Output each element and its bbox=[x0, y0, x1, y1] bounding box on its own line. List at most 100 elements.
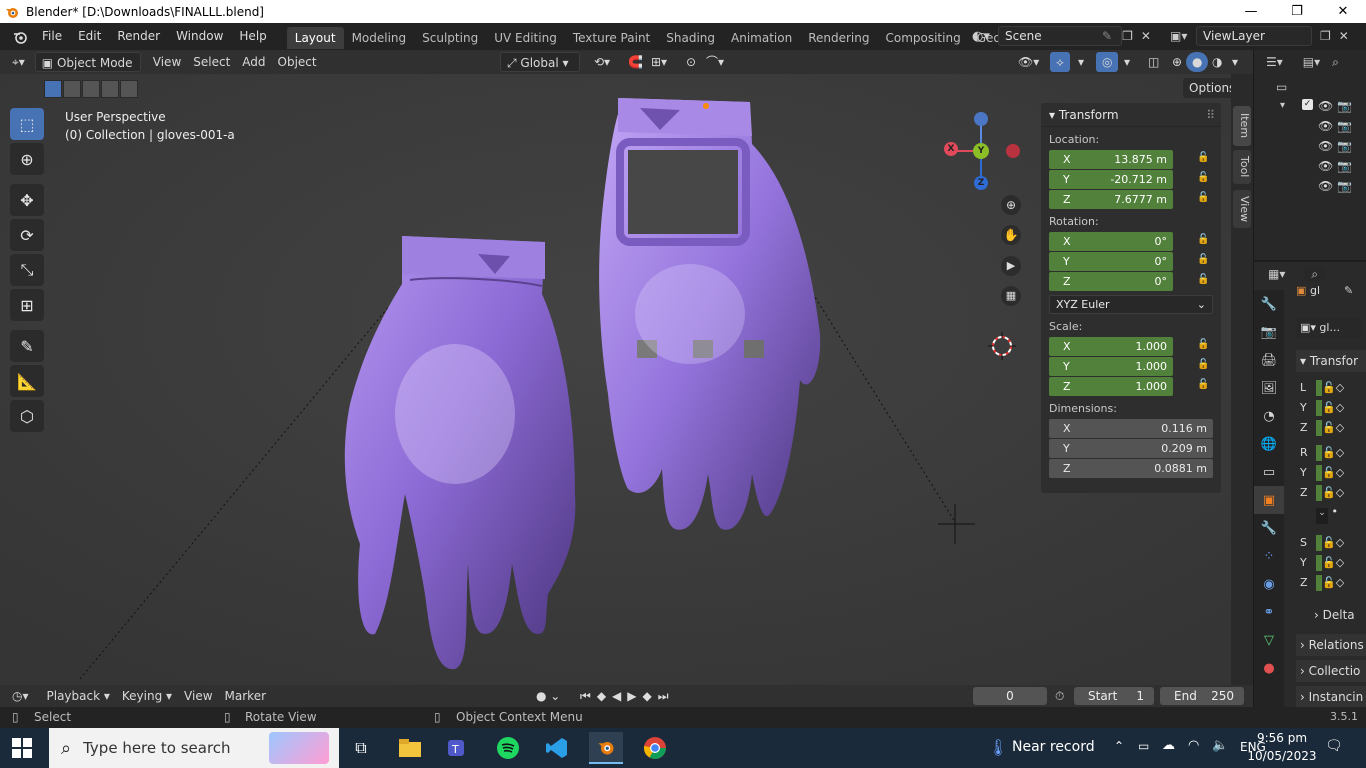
options-dropdown[interactable]: Options ▾ bbox=[1183, 78, 1231, 115]
lock-icon[interactable]: 🔓◇ bbox=[1322, 446, 1344, 459]
rotation-x-field[interactable]: X 0° bbox=[1049, 231, 1173, 251]
menu-view[interactable]: View bbox=[147, 52, 187, 72]
lock-icon[interactable]: 🔓◇ bbox=[1322, 466, 1344, 479]
lock-icon[interactable]: 🔓◇ bbox=[1322, 536, 1344, 549]
camera-icon[interactable]: 📷 bbox=[1337, 99, 1352, 113]
vscode-icon[interactable] bbox=[540, 732, 574, 764]
tab-shading[interactable]: Shading bbox=[658, 27, 723, 49]
next-keyframe-icon[interactable]: ◆ bbox=[643, 689, 658, 703]
record-icon[interactable]: ● ⌄ bbox=[536, 689, 560, 703]
eye-icon[interactable]: 👁 bbox=[1318, 119, 1333, 133]
camera-icon[interactable]: 📷 bbox=[1337, 159, 1352, 173]
transform-section-header[interactable]: ▾ Transfor bbox=[1296, 350, 1366, 372]
select-subtract-icon[interactable] bbox=[82, 80, 100, 98]
drag-handle-icon[interactable]: ⠿ bbox=[1206, 103, 1215, 127]
gizmo-x-icon[interactable]: X bbox=[944, 142, 958, 156]
tab-texture-paint[interactable]: Texture Paint bbox=[565, 27, 658, 49]
gizmo-dropdown-icon[interactable]: ▾ bbox=[1072, 52, 1090, 72]
taskbar-search-box[interactable]: ⌕ Type here to search bbox=[49, 728, 339, 768]
menu-window[interactable]: Window bbox=[168, 23, 231, 50]
lock-icon[interactable]: 🔓◇ bbox=[1322, 486, 1344, 499]
pin-icon[interactable]: ✎ bbox=[1102, 29, 1112, 43]
world-properties-icon[interactable]: 🌐 bbox=[1254, 430, 1284, 458]
annotate-tool-icon[interactable]: ✎ bbox=[10, 330, 44, 362]
dimensions-z-field[interactable]: Z 0.0881 m bbox=[1049, 458, 1213, 478]
wifi-icon[interactable]: ◠ bbox=[1188, 738, 1199, 753]
falloff-icon[interactable]: ⌒▾ bbox=[700, 52, 730, 72]
lock-icon[interactable]: 🔓 bbox=[1197, 379, 1209, 391]
scale-y-field[interactable]: Y 1.000 bbox=[1049, 356, 1173, 376]
outliner-search-icon[interactable]: ⌕ bbox=[1332, 55, 1339, 70]
rotation-y-field[interactable]: Y 0° bbox=[1049, 251, 1173, 271]
zoom-icon[interactable]: ⊕ bbox=[1001, 195, 1021, 215]
visibility-icon[interactable]: 👁▾ bbox=[1012, 52, 1045, 72]
view-layer-selector[interactable]: ViewLayer bbox=[1196, 26, 1312, 46]
lock-icon[interactable]: 🔓◇ bbox=[1322, 381, 1344, 394]
orientation-selector[interactable]: ⤢ Global ▾ bbox=[500, 52, 580, 72]
jump-end-icon[interactable]: ⏭ bbox=[658, 689, 675, 703]
camera-view-icon[interactable]: ▶ bbox=[1001, 256, 1021, 276]
particles-properties-icon[interactable]: ⁘ bbox=[1254, 542, 1284, 570]
snap-target-icon[interactable]: ⊞▾ bbox=[645, 52, 673, 72]
view-layer-properties-icon[interactable]: 🖼 bbox=[1254, 374, 1284, 402]
dimensions-x-field[interactable]: X 0.116 m bbox=[1049, 418, 1213, 438]
volume-icon[interactable]: 🔈 bbox=[1212, 738, 1228, 753]
spotify-icon[interactable] bbox=[491, 732, 525, 764]
camera-icon[interactable]: 📷 bbox=[1337, 119, 1352, 133]
notifications-icon[interactable]: 🗨 bbox=[1325, 738, 1343, 754]
data-properties-icon[interactable]: ▽ bbox=[1254, 626, 1284, 654]
eye-icon[interactable]: 👁 bbox=[1318, 139, 1333, 153]
file-explorer-icon[interactable] bbox=[393, 732, 427, 764]
wireframe-shading-icon[interactable]: ⊕ bbox=[1166, 52, 1188, 72]
rotate-tool-icon[interactable]: ⟳ bbox=[10, 219, 44, 251]
time-stopwatch-icon[interactable]: ⏱ bbox=[1055, 689, 1064, 704]
delete-view-layer-icon[interactable]: ✕ bbox=[1339, 29, 1349, 43]
new-view-layer-icon[interactable]: ❐ bbox=[1320, 29, 1331, 43]
prev-keyframe-icon[interactable]: ◆ bbox=[597, 689, 612, 703]
lock-icon[interactable]: 🔓 bbox=[1197, 359, 1209, 371]
dimensions-y-field[interactable]: Y 0.209 m bbox=[1049, 438, 1213, 458]
gizmo-z-icon[interactable]: Z bbox=[974, 176, 988, 190]
menu-add[interactable]: Add bbox=[236, 52, 271, 72]
delta-section-header[interactable]: › Delta bbox=[1314, 608, 1355, 622]
rotation-mode-dropdown[interactable]: ⌄ bbox=[1316, 508, 1328, 524]
menu-object[interactable]: Object bbox=[272, 52, 323, 72]
object-name-field[interactable]: ▣▾ gl... bbox=[1296, 318, 1362, 338]
transform-tool-icon[interactable]: ⊞ bbox=[10, 289, 44, 321]
tab-item[interactable]: Item bbox=[1233, 106, 1251, 146]
delete-scene-icon[interactable]: ✕ bbox=[1141, 29, 1151, 43]
tab-modeling[interactable]: Modeling bbox=[344, 27, 415, 49]
scale-tool-icon[interactable]: ⤡ bbox=[10, 254, 44, 286]
clock-date[interactable]: 10/05/2023 bbox=[1247, 749, 1317, 763]
lock-icon[interactable]: 🔓 bbox=[1197, 152, 1209, 164]
scene-properties-icon[interactable]: ◔ bbox=[1254, 402, 1284, 430]
blender-menu-icon[interactable] bbox=[10, 29, 30, 45]
task-view-icon[interactable]: ⧉ bbox=[344, 732, 378, 764]
relations-section-header[interactable]: › Relations bbox=[1296, 634, 1366, 656]
pivot-icon[interactable]: ⟲▾ bbox=[588, 52, 616, 72]
thermometer-icon[interactable]: 🌡 bbox=[988, 738, 1008, 757]
rotation-z-field[interactable]: Z 0° bbox=[1049, 271, 1173, 291]
select-extend-icon[interactable] bbox=[63, 80, 81, 98]
tool-properties-icon[interactable]: 🔧 bbox=[1254, 290, 1284, 318]
search-highlight-icon[interactable] bbox=[269, 732, 329, 764]
lock-icon[interactable]: 🔓◇ bbox=[1322, 576, 1344, 589]
location-y-field[interactable]: Y -20.712 m bbox=[1049, 169, 1173, 189]
tab-sculpting[interactable]: Sculpting bbox=[414, 27, 486, 49]
scale-z-field[interactable]: Z 1.000 bbox=[1049, 376, 1173, 396]
material-properties-icon[interactable]: ● bbox=[1254, 654, 1284, 682]
gizmo-neg-x-icon[interactable] bbox=[1006, 144, 1020, 158]
onedrive-icon[interactable]: ☁ bbox=[1162, 738, 1175, 753]
add-cube-tool-icon[interactable]: ⬡ bbox=[10, 400, 44, 432]
lock-icon[interactable]: 🔓◇ bbox=[1322, 421, 1344, 434]
gizmo-neg-z-icon[interactable] bbox=[974, 112, 988, 126]
clock-time[interactable]: 9:56 pm bbox=[1252, 731, 1312, 745]
lock-icon[interactable]: 🔓 bbox=[1197, 339, 1209, 351]
overlays-icon[interactable]: ◎ bbox=[1096, 52, 1119, 72]
pan-hand-icon[interactable]: ✋ bbox=[1001, 225, 1021, 245]
close-button[interactable]: ✕ bbox=[1320, 0, 1366, 23]
shading-dropdown-icon[interactable]: ▾ bbox=[1226, 52, 1244, 72]
chrome-icon[interactable] bbox=[638, 732, 672, 764]
scene-icon[interactable]: ◐▾ bbox=[972, 29, 998, 44]
weather-text[interactable]: Near record bbox=[1012, 739, 1095, 755]
